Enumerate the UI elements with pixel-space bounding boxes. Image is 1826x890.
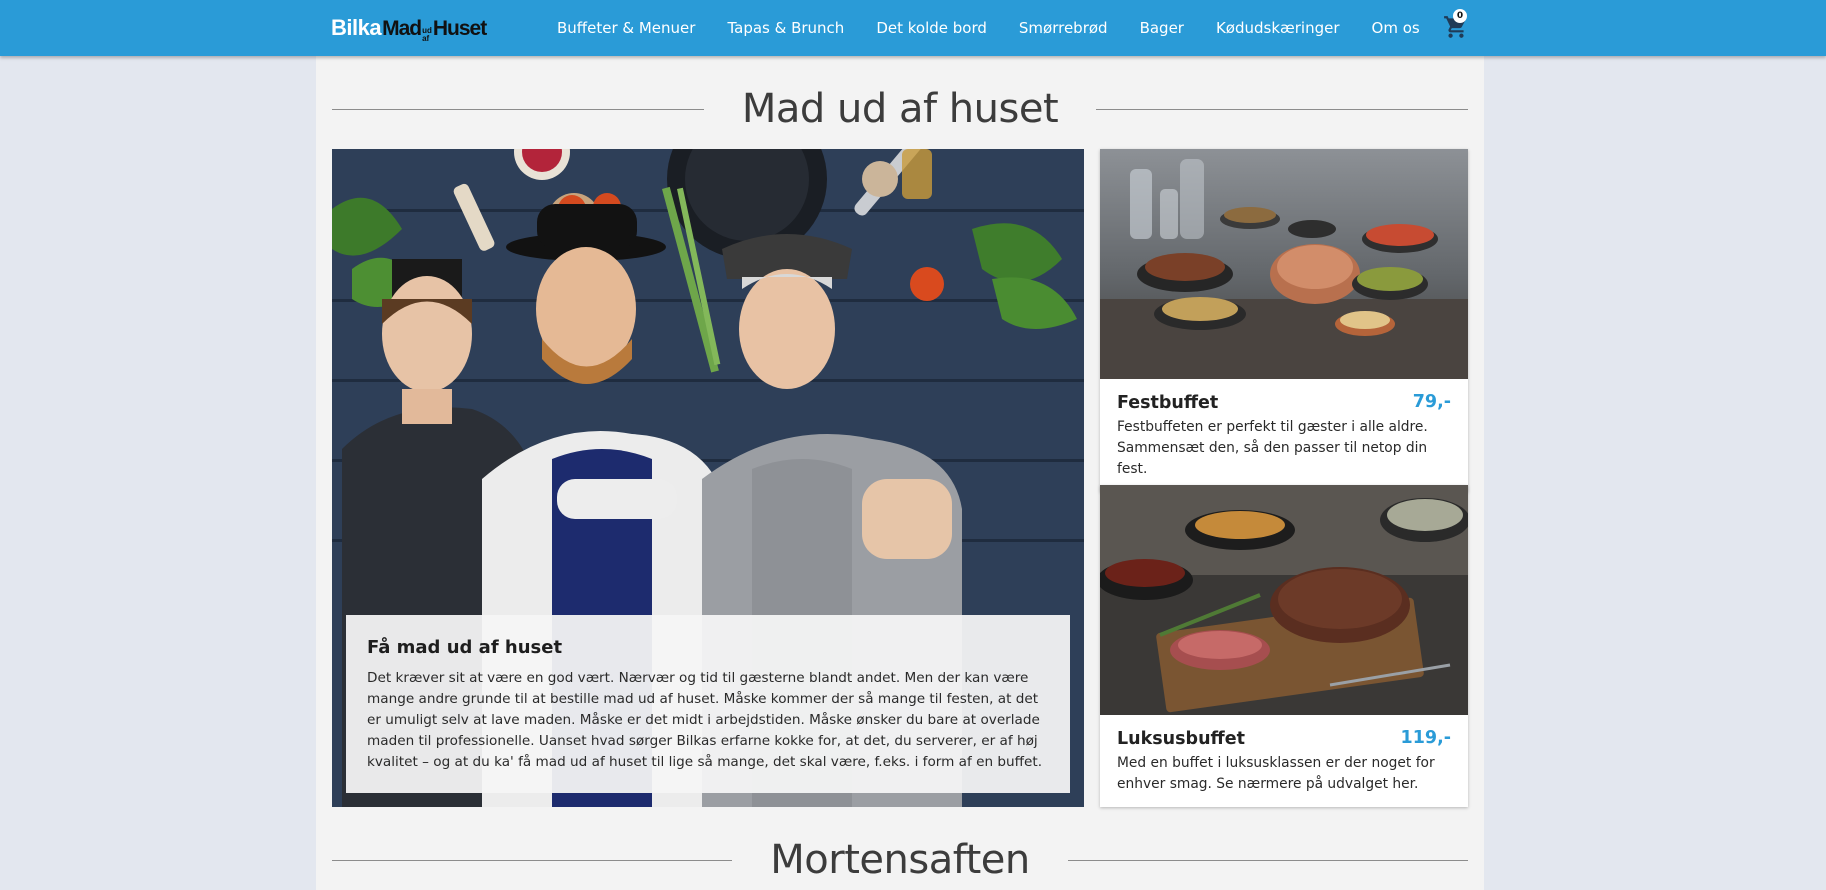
main-navigation: Buffeter & Menuer Tapas & Brunch Det kol… xyxy=(557,0,1452,56)
section-title: Mad ud af huset xyxy=(741,86,1059,132)
heading-divider-right xyxy=(1096,108,1469,110)
hero-description: Det kræver sit at være en god vært. Nærv… xyxy=(367,670,1043,770)
hero-text-box: Få mad ud af huset Det kræver sit at vær… xyxy=(346,615,1070,793)
section-heading-mad-ud-af-huset: Mad ud af huset xyxy=(332,86,1469,132)
heading-divider-left xyxy=(332,108,704,110)
product-description: Festbuffeten er perfekt til gæster i all… xyxy=(1117,419,1428,477)
hero-title: Få mad ud af huset xyxy=(367,637,563,658)
nav-item-kodudskaeringer[interactable]: Kødudskæringer xyxy=(1216,19,1340,37)
hero-banner[interactable]: Få mad ud af huset Det kræver sit at vær… xyxy=(332,149,1084,807)
nav-item-bager[interactable]: Bager xyxy=(1140,19,1184,37)
product-name: Festbuffet xyxy=(1117,393,1219,413)
logo-huset-text: Huset xyxy=(432,17,487,40)
luksusbuffet-info: Luksusbuffet 119,- Med en buffet i luksu… xyxy=(1100,715,1468,807)
nav-item-om-os[interactable]: Om os xyxy=(1372,19,1420,37)
product-price: 119,- xyxy=(1400,728,1451,748)
festbuffet-image xyxy=(1100,149,1468,379)
product-card-festbuffet[interactable]: Festbuffet 79,- Festbuffeten er perfekt … xyxy=(1100,149,1468,492)
luksusbuffet-photo xyxy=(1100,485,1468,715)
festbuffet-info: Festbuffet 79,- Festbuffeten er perfekt … xyxy=(1100,379,1468,492)
top-navigation-bar: Bilka Mad ud af Huset Buffeter & Menuer … xyxy=(0,0,1826,56)
nav-item-det-kolde-bord[interactable]: Det kolde bord xyxy=(876,19,987,37)
cart-count-badge: 0 xyxy=(1453,9,1467,23)
logo-small-text: ud af xyxy=(422,27,432,43)
heading-divider-right xyxy=(1067,859,1469,861)
content-panel: Mad ud af huset Få mad ud af huset Det k… xyxy=(316,56,1484,890)
heading-divider-left xyxy=(332,859,733,861)
product-description: Med en buffet i luksusklassen er der nog… xyxy=(1117,755,1435,792)
nav-item-tapas-brunch[interactable]: Tapas & Brunch xyxy=(727,19,844,37)
section-heading-mortensaften: Mortensaften xyxy=(332,837,1469,883)
bilka-mad-ud-af-huset-logo[interactable]: Bilka Mad ud af Huset xyxy=(331,15,487,43)
logo-bilka-text: Bilka xyxy=(331,15,382,40)
next-section-title: Mortensaften xyxy=(770,837,1030,883)
logo-mad-text: Mad xyxy=(382,17,422,40)
nav-item-smorrebrod[interactable]: Smørrebrød xyxy=(1019,19,1108,37)
product-card-luksusbuffet[interactable]: Luksusbuffet 119,- Med en buffet i luksu… xyxy=(1100,485,1468,807)
festbuffet-photo xyxy=(1100,149,1468,379)
nav-item-buffeter-menuer[interactable]: Buffeter & Menuer xyxy=(557,19,695,37)
luksusbuffet-image xyxy=(1100,485,1468,715)
logo-small-bottom: af xyxy=(422,34,430,43)
product-price: 79,- xyxy=(1412,392,1451,412)
